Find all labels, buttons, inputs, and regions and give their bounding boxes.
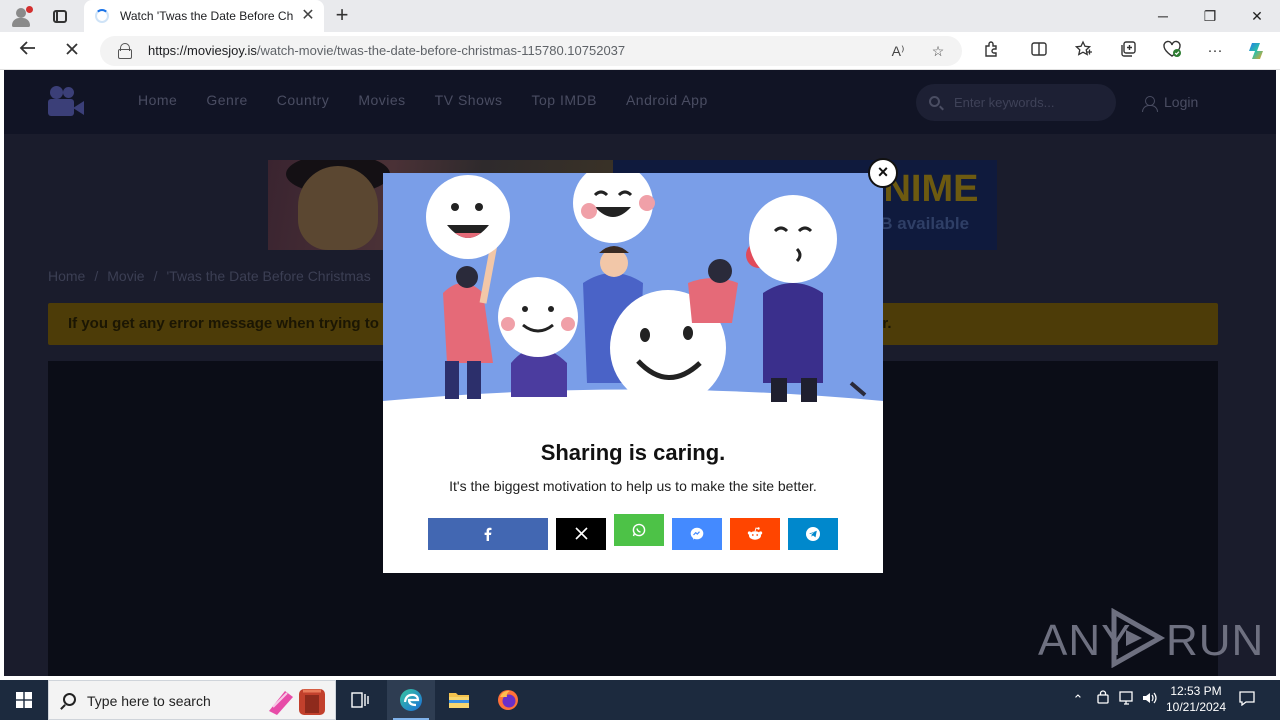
tab-title: Watch 'Twas the Date Before Christmas [120, 9, 294, 23]
security-tray-icon[interactable] [1094, 690, 1112, 710]
nav-tv-shows[interactable]: TV Shows [435, 92, 503, 112]
nav-android-app[interactable]: Android App [626, 92, 708, 112]
nav-top-imdb[interactable]: Top IMDB [531, 92, 596, 112]
taskbar-search[interactable]: Type here to search [48, 680, 336, 720]
breadcrumb-movie[interactable]: Movie [107, 268, 144, 288]
search-highlight-icon [269, 689, 325, 715]
lock-icon[interactable] [118, 43, 132, 59]
play-logo-icon [1111, 608, 1166, 668]
telegram-share-button[interactable] [788, 518, 838, 550]
start-button[interactable] [0, 680, 48, 720]
collections-icon[interactable] [1117, 40, 1139, 62]
edge-icon [400, 689, 422, 711]
search-icon [63, 693, 76, 706]
breadcrumb: Home / Movie / 'Twas the Date Before Chr… [48, 268, 371, 288]
sharing-illustration [383, 173, 883, 413]
reddit-share-button[interactable] [730, 518, 780, 550]
reddit-icon [747, 527, 763, 540]
banner-subline: UB available [868, 214, 970, 233]
url-bar[interactable]: https://moviesjoy.is/watch-movie/twas-th… [100, 36, 962, 66]
share-modal: Sharing is caring. It's the biggest moti… [383, 173, 883, 573]
browser-essentials-icon[interactable] [1161, 40, 1183, 62]
more-icon[interactable]: ··· [1204, 40, 1226, 62]
windows-logo-icon [16, 692, 32, 708]
network-icon[interactable] [1116, 690, 1138, 710]
file-explorer-taskbar-button[interactable] [435, 680, 483, 720]
search-icon[interactable] [929, 96, 940, 107]
firefox-taskbar-button[interactable] [484, 680, 532, 720]
whatsapp-share-button[interactable] [614, 514, 664, 546]
modal-subtitle: It's the biggest motivation to help us t… [449, 478, 817, 494]
breadcrumb-separator: / [153, 268, 158, 284]
search-input[interactable] [954, 93, 1104, 112]
site-search [916, 84, 1116, 121]
address-toolbar: https://moviesjoy.is/watch-movie/twas-th… [0, 32, 1280, 70]
site-nav: Home Genre Country Movies TV Shows Top I… [138, 92, 737, 112]
notifications-icon[interactable] [1236, 690, 1258, 710]
user-icon [1142, 96, 1158, 112]
breadcrumb-current: 'Twas the Date Before Christmas [166, 268, 371, 284]
whatsapp-icon [632, 523, 646, 537]
x-share-button[interactable] [556, 518, 606, 550]
site-header: Home Genre Country Movies TV Shows Top I… [4, 70, 1276, 134]
minimize-button[interactable]: ─ [1140, 0, 1186, 32]
loading-spinner-icon [95, 9, 109, 23]
new-tab-button[interactable]: + [330, 4, 354, 28]
taskbar-search-placeholder: Type here to search [87, 693, 211, 709]
nav-movies[interactable]: Movies [358, 92, 405, 112]
tab-close-icon[interactable]: ✕ [298, 6, 318, 26]
browser-tab-bar: Watch 'Twas the Date Before Christmas ✕ … [0, 0, 1280, 32]
task-view-icon [351, 692, 369, 708]
maximize-button[interactable]: ❐ [1187, 0, 1233, 32]
facebook-share-button[interactable] [428, 518, 548, 550]
split-screen-icon[interactable] [1028, 40, 1050, 62]
breadcrumb-home[interactable]: Home [48, 268, 85, 288]
copilot-icon[interactable] [1246, 40, 1268, 62]
nav-country[interactable]: Country [277, 92, 330, 112]
taskbar-clock[interactable]: 12:53 PM 10/21/2024 [1156, 683, 1236, 715]
task-view-button[interactable] [336, 680, 384, 720]
extensions-icon[interactable] [980, 40, 1002, 62]
watermark-text-right: RUN [1166, 616, 1265, 665]
show-hidden-icons-icon[interactable]: ⌃ [1068, 690, 1088, 710]
login-label: Login [1164, 94, 1199, 110]
facebook-icon [484, 527, 492, 541]
folder-icon [449, 693, 469, 708]
modal-title: Sharing is caring. [540, 440, 726, 465]
notice-text-left: If you get any error message when trying… [68, 315, 379, 332]
site-logo-camera-icon[interactable] [48, 86, 84, 118]
url-text[interactable]: https://moviesjoy.is/watch-movie/twas-th… [148, 43, 625, 58]
stop-icon[interactable] [60, 39, 84, 63]
clock-time: 12:53 PM [1170, 684, 1222, 698]
edge-taskbar-button[interactable] [387, 680, 435, 720]
clock-date: 10/21/2024 [1165, 700, 1227, 714]
read-aloud-icon[interactable]: A⁾ [888, 41, 908, 61]
back-icon[interactable] [16, 39, 40, 63]
favorites-icon[interactable] [1073, 40, 1095, 62]
x-icon [574, 527, 588, 540]
windows-taskbar: Type here to search ⌃ 12:53 PM 10/21/202… [0, 680, 1280, 720]
modal-close-button[interactable]: × [868, 158, 898, 188]
tab-actions-icon[interactable] [50, 6, 70, 26]
telegram-icon [806, 527, 820, 541]
messenger-icon [690, 527, 704, 540]
browser-tab[interactable]: Watch 'Twas the Date Before Christmas ✕ [84, 0, 324, 32]
breadcrumb-separator: / [94, 268, 99, 284]
nav-home[interactable]: Home [138, 92, 177, 112]
profile-avatar-icon[interactable] [10, 5, 33, 27]
messenger-share-button[interactable] [672, 518, 722, 550]
firefox-icon [498, 690, 518, 710]
window-close-button[interactable]: ✕ [1234, 0, 1280, 32]
nav-genre[interactable]: Genre [206, 92, 247, 112]
favorite-star-icon[interactable]: ☆ [928, 41, 948, 61]
